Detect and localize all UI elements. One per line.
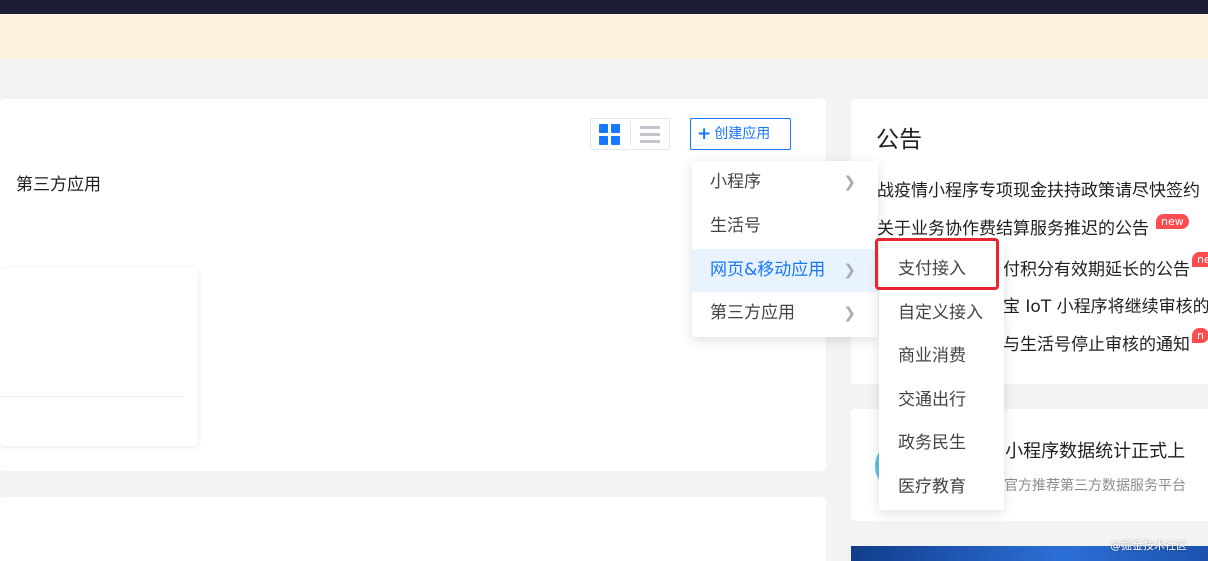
submenu-item-government[interactable]: 政务民生 bbox=[879, 422, 1004, 465]
announcement-item[interactable]: 关于业务协作费结算服务推迟的公告 bbox=[877, 214, 1149, 239]
menu-item-label: 小程序 bbox=[710, 172, 761, 192]
notice-strip bbox=[0, 14, 1208, 59]
view-toggle bbox=[590, 118, 670, 150]
menu-item-label: 生活号 bbox=[710, 216, 761, 236]
menu-item-life-account[interactable]: 生活号 bbox=[692, 205, 878, 248]
promo-subtitle: 官方推荐第三方数据服务平台 bbox=[1004, 478, 1186, 494]
announcement-item[interactable]: 战疫情小程序专项现金扶持政策请尽快签约 bbox=[877, 176, 1200, 201]
create-app-button[interactable]: + 创建应用 bbox=[690, 118, 791, 150]
app-card-divider bbox=[0, 396, 184, 397]
menu-item-mini-program[interactable]: 小程序 ❯ bbox=[692, 161, 878, 204]
submenu-item-transport[interactable]: 交通出行 bbox=[879, 379, 1004, 422]
new-badge: n bbox=[1192, 328, 1208, 343]
tab-third-party-apps[interactable]: 第三方应用 bbox=[16, 170, 101, 195]
secondary-card bbox=[0, 497, 826, 561]
toggle-divider bbox=[630, 122, 631, 146]
chevron-right-icon: ❯ bbox=[843, 173, 856, 191]
watermark: @掘金技术社区 bbox=[1110, 539, 1187, 552]
plus-icon: + bbox=[697, 124, 712, 144]
top-navigation-bar bbox=[0, 0, 1208, 14]
menu-item-third-party-app[interactable]: 第三方应用 ❯ bbox=[692, 292, 878, 335]
chevron-right-icon: ❯ bbox=[843, 304, 856, 322]
create-app-label: 创建应用 bbox=[714, 126, 771, 142]
new-badge: new bbox=[1156, 214, 1189, 229]
grid-view-icon[interactable] bbox=[599, 124, 621, 146]
new-badge: ne bbox=[1192, 252, 1208, 267]
announcement-item[interactable]: 宝 IoT 小程序将继续审核的 bbox=[1003, 292, 1208, 317]
menu-item-label: 网页&移动应用 bbox=[710, 260, 826, 280]
chevron-right-icon: ❯ bbox=[843, 261, 856, 279]
create-app-menu: 小程序 ❯ 生活号 网页&移动应用 ❯ 第三方应用 ❯ bbox=[692, 161, 878, 337]
app-card[interactable] bbox=[0, 268, 198, 446]
announcement-item[interactable]: 付积分有效期延长的公告 bbox=[1003, 255, 1190, 280]
announcement-title: 公告 bbox=[876, 127, 922, 153]
submenu-item-custom[interactable]: 自定义接入 bbox=[879, 292, 1004, 335]
menu-item-web-mobile-app[interactable]: 网页&移动应用 ❯ bbox=[692, 249, 878, 292]
submenu-item-medical-education[interactable]: 医疗教育 bbox=[879, 466, 1004, 509]
announcement-item[interactable]: 与生活号停止审核的通知 bbox=[1003, 330, 1190, 355]
submenu-item-commerce[interactable]: 商业消费 bbox=[879, 335, 1004, 378]
menu-item-label: 第三方应用 bbox=[710, 303, 795, 323]
highlight-annotation-box bbox=[875, 238, 999, 290]
list-view-icon[interactable] bbox=[640, 126, 662, 144]
promo-title[interactable]: +小程序数据统计正式上 bbox=[990, 437, 1185, 463]
